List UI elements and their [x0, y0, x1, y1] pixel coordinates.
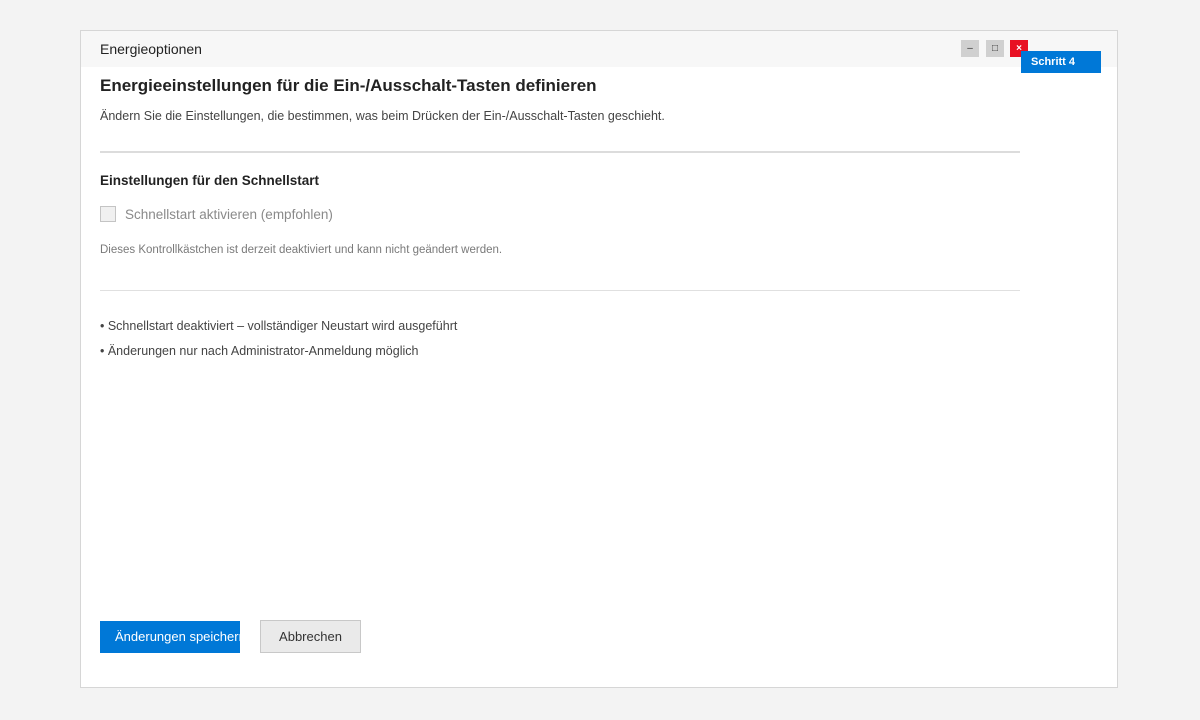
- status-list: • Schnellstart deaktiviert – vollständig…: [100, 319, 457, 369]
- title-bar[interactable]: Energieoptionen – □ × Schritt 4: [81, 31, 1117, 73]
- fast-startup-checkbox[interactable]: [100, 206, 116, 222]
- divider: [100, 290, 1020, 291]
- page-title: Energieeinstellungen für die Ein-/Aussch…: [100, 76, 597, 95]
- fast-startup-checkbox-label: Schnellstart aktivieren (empfohlen): [125, 206, 333, 222]
- window-title: Energieoptionen: [100, 41, 202, 57]
- list-item: • Schnellstart deaktiviert – vollständig…: [100, 319, 458, 333]
- disabled-note: Dieses Kontrollkästchen ist derzeit deak…: [100, 244, 503, 256]
- fast-startup-option: Schnellstart aktivieren (empfohlen): [100, 205, 333, 223]
- maximize-button[interactable]: □: [986, 40, 1004, 57]
- step-badge: Schritt 4: [1021, 51, 1101, 73]
- save-changes-button[interactable]: Änderungen speichern: [100, 621, 240, 653]
- divider: [100, 151, 1020, 153]
- section-title-fast-startup: Einstellungen für den Schnellstart: [100, 173, 320, 188]
- page-subtitle: Ändern Sie die Einstellungen, die bestim…: [100, 109, 665, 123]
- minimize-button[interactable]: –: [961, 40, 979, 57]
- cancel-button[interactable]: Abbrechen: [260, 620, 361, 653]
- energy-options-window: Energieoptionen – □ × Schritt 4 Energiee…: [80, 30, 1118, 688]
- list-item: • Änderungen nur nach Administrator-Anme…: [100, 344, 419, 358]
